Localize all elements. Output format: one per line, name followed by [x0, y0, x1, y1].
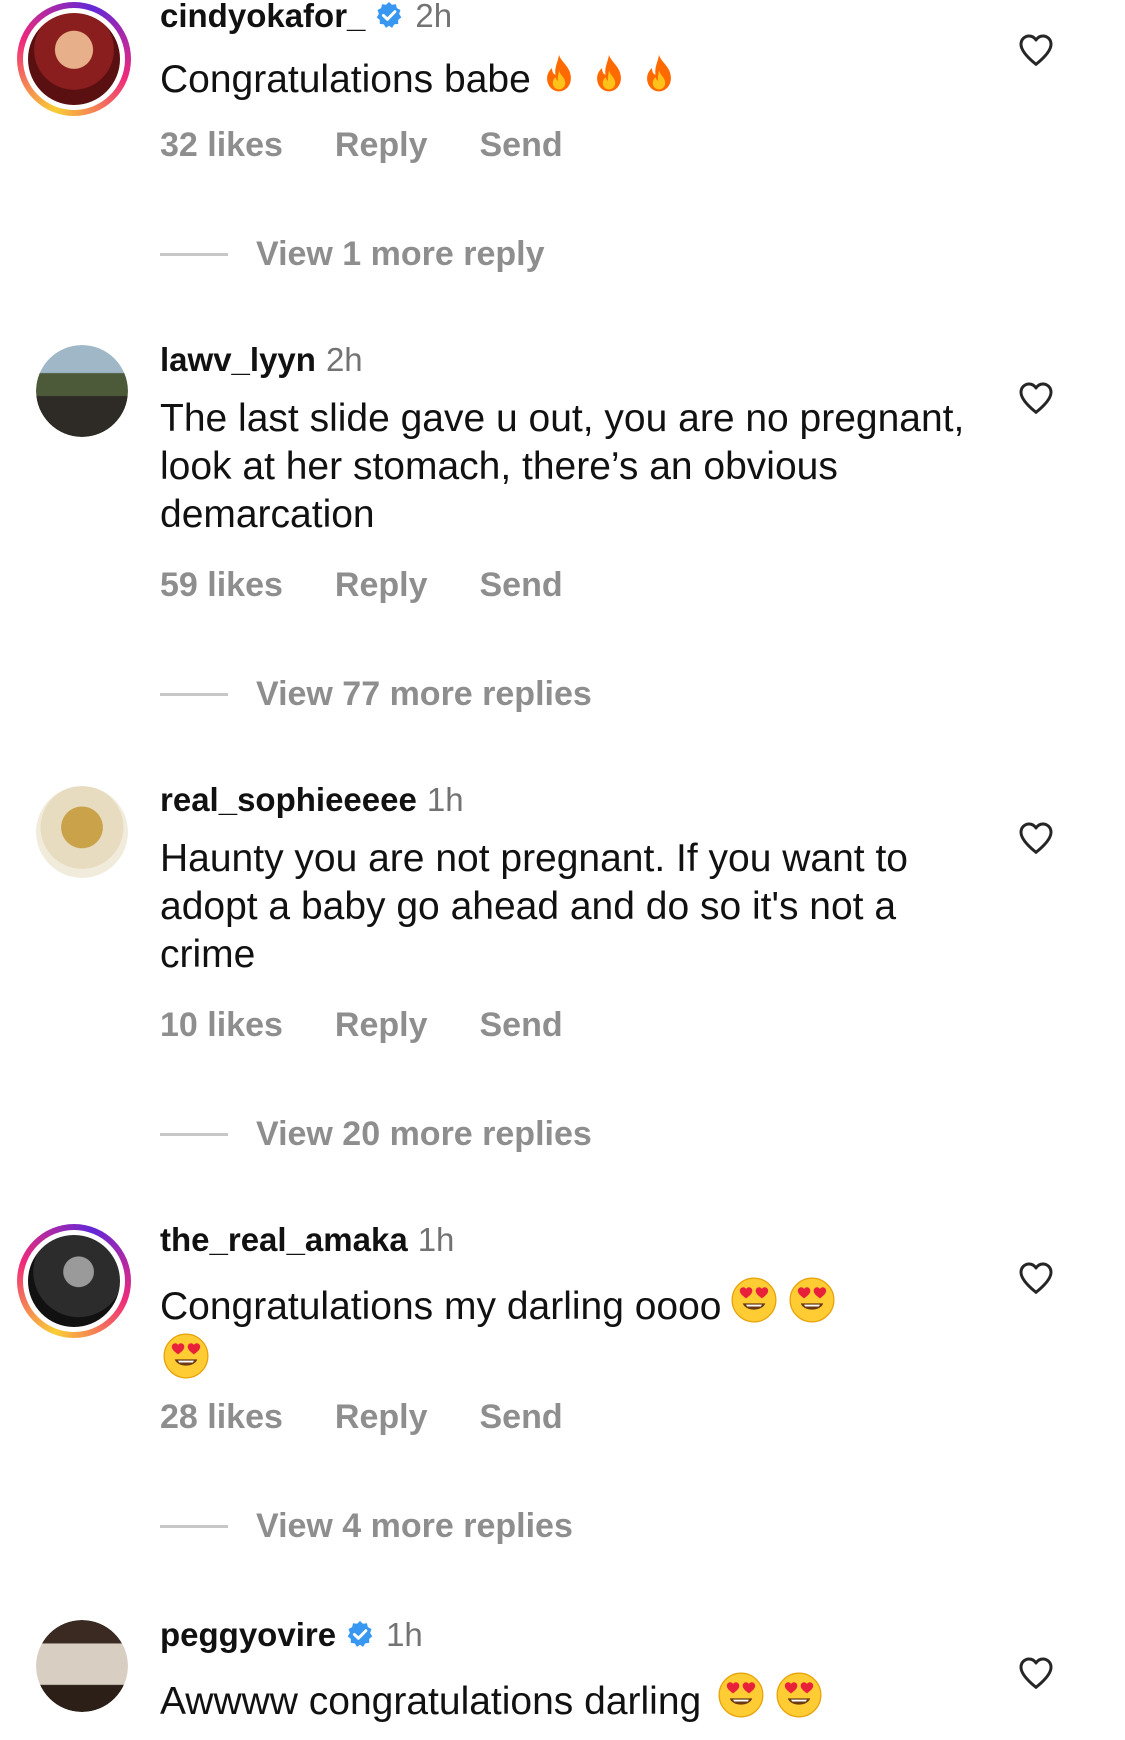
like-heart-icon[interactable] [1016, 818, 1056, 858]
avatar-story-ring[interactable] [17, 2, 131, 116]
verified-badge-icon [373, 0, 405, 32]
send-button[interactable]: Send [479, 1397, 562, 1437]
divider-line [160, 252, 228, 256]
avatar[interactable] [36, 786, 128, 878]
avatar-image [36, 786, 128, 878]
comment-username[interactable]: lawv_lyyn [160, 340, 316, 380]
comment-time: 1h [417, 1221, 455, 1258]
divider-line [160, 1524, 228, 1528]
avatar-image [36, 1620, 128, 1712]
comment-time: 2h [325, 341, 363, 378]
comment-text: The last slide gave u out, you are no pr… [160, 397, 965, 536]
view-replies-label: View 77 more replies [256, 675, 592, 713]
comment-text: Awwww congratulations darling [160, 1680, 702, 1723]
likes-count[interactable]: 28 likes [160, 1397, 283, 1437]
divider-line [160, 1132, 228, 1136]
like-heart-icon[interactable] [1016, 1258, 1056, 1298]
view-replies-button[interactable]: View 77 more replies [160, 674, 592, 714]
like-heart-icon[interactable] [1016, 378, 1056, 418]
likes-count[interactable]: 59 likes [160, 565, 283, 605]
reply-button[interactable]: Reply [335, 1005, 428, 1045]
send-button[interactable]: Send [479, 125, 562, 165]
fire-emoji-icon [587, 50, 631, 98]
comment-text: Congratulations my darling oooo [160, 1285, 722, 1328]
view-replies-button[interactable]: View 1 more reply [160, 234, 545, 274]
avatar[interactable] [36, 345, 128, 437]
reply-button[interactable]: Reply [335, 125, 428, 165]
like-heart-icon[interactable] [1016, 30, 1056, 70]
view-replies-label: View 20 more replies [256, 1115, 592, 1153]
avatar-story-ring[interactable] [17, 1224, 131, 1338]
avatar-image [36, 345, 128, 437]
verified-badge-icon [344, 1619, 376, 1651]
comment-text-block: Congratulations babe [160, 50, 980, 104]
reply-button[interactable]: Reply [335, 565, 428, 605]
like-heart-icon[interactable] [1016, 1653, 1056, 1693]
view-replies-label: View 4 more replies [256, 1507, 573, 1545]
comment-username[interactable]: peggyovire [160, 1615, 336, 1655]
comment-username[interactable]: cindyokafor_ [160, 0, 365, 36]
heart-eyes-emoji-icon [715, 1670, 767, 1720]
fire-emoji-icon [537, 50, 581, 98]
comment-username[interactable]: the_real_amaka [160, 1220, 408, 1260]
send-button[interactable]: Send [479, 1005, 562, 1045]
send-button[interactable]: Send [479, 565, 562, 605]
avatar[interactable] [36, 1620, 128, 1712]
comment-text: Haunty you are not pregnant. If you want… [160, 837, 908, 976]
likes-count[interactable]: 32 likes [160, 125, 283, 165]
heart-eyes-emoji-icon [728, 1275, 780, 1325]
avatar [28, 13, 120, 105]
likes-count[interactable]: 10 likes [160, 1005, 283, 1045]
view-replies-button[interactable]: View 4 more replies [160, 1506, 573, 1546]
heart-eyes-emoji-icon [786, 1275, 838, 1325]
fire-emoji-icon [637, 50, 681, 98]
heart-eyes-emoji-icon [160, 1331, 212, 1381]
comment-time: 1h [386, 1616, 423, 1653]
divider-line [160, 692, 228, 696]
comment-text: Congratulations babe [160, 58, 531, 101]
avatar [28, 1235, 120, 1327]
reply-button[interactable]: Reply [335, 1397, 428, 1437]
comment-time: 1h [426, 781, 464, 818]
heart-eyes-emoji-icon [773, 1670, 825, 1720]
comment-username[interactable]: real_sophieeeee [160, 780, 417, 820]
comment-text-block: Congratulations my darling oooo [160, 1275, 980, 1387]
view-replies-label: View 1 more reply [256, 235, 545, 273]
comment-time: 2h [415, 0, 453, 34]
comment-text-block: Awwww congratulations darling [160, 1670, 980, 1726]
view-replies-button[interactable]: View 20 more replies [160, 1114, 592, 1154]
